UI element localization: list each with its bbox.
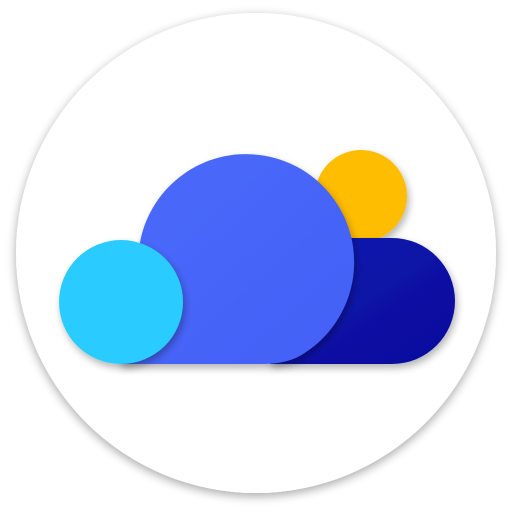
cloud-weather-app-icon[interactable] [0, 0, 512, 512]
app-icon-canvas [0, 0, 512, 512]
small-cloud-icon [59, 240, 183, 364]
